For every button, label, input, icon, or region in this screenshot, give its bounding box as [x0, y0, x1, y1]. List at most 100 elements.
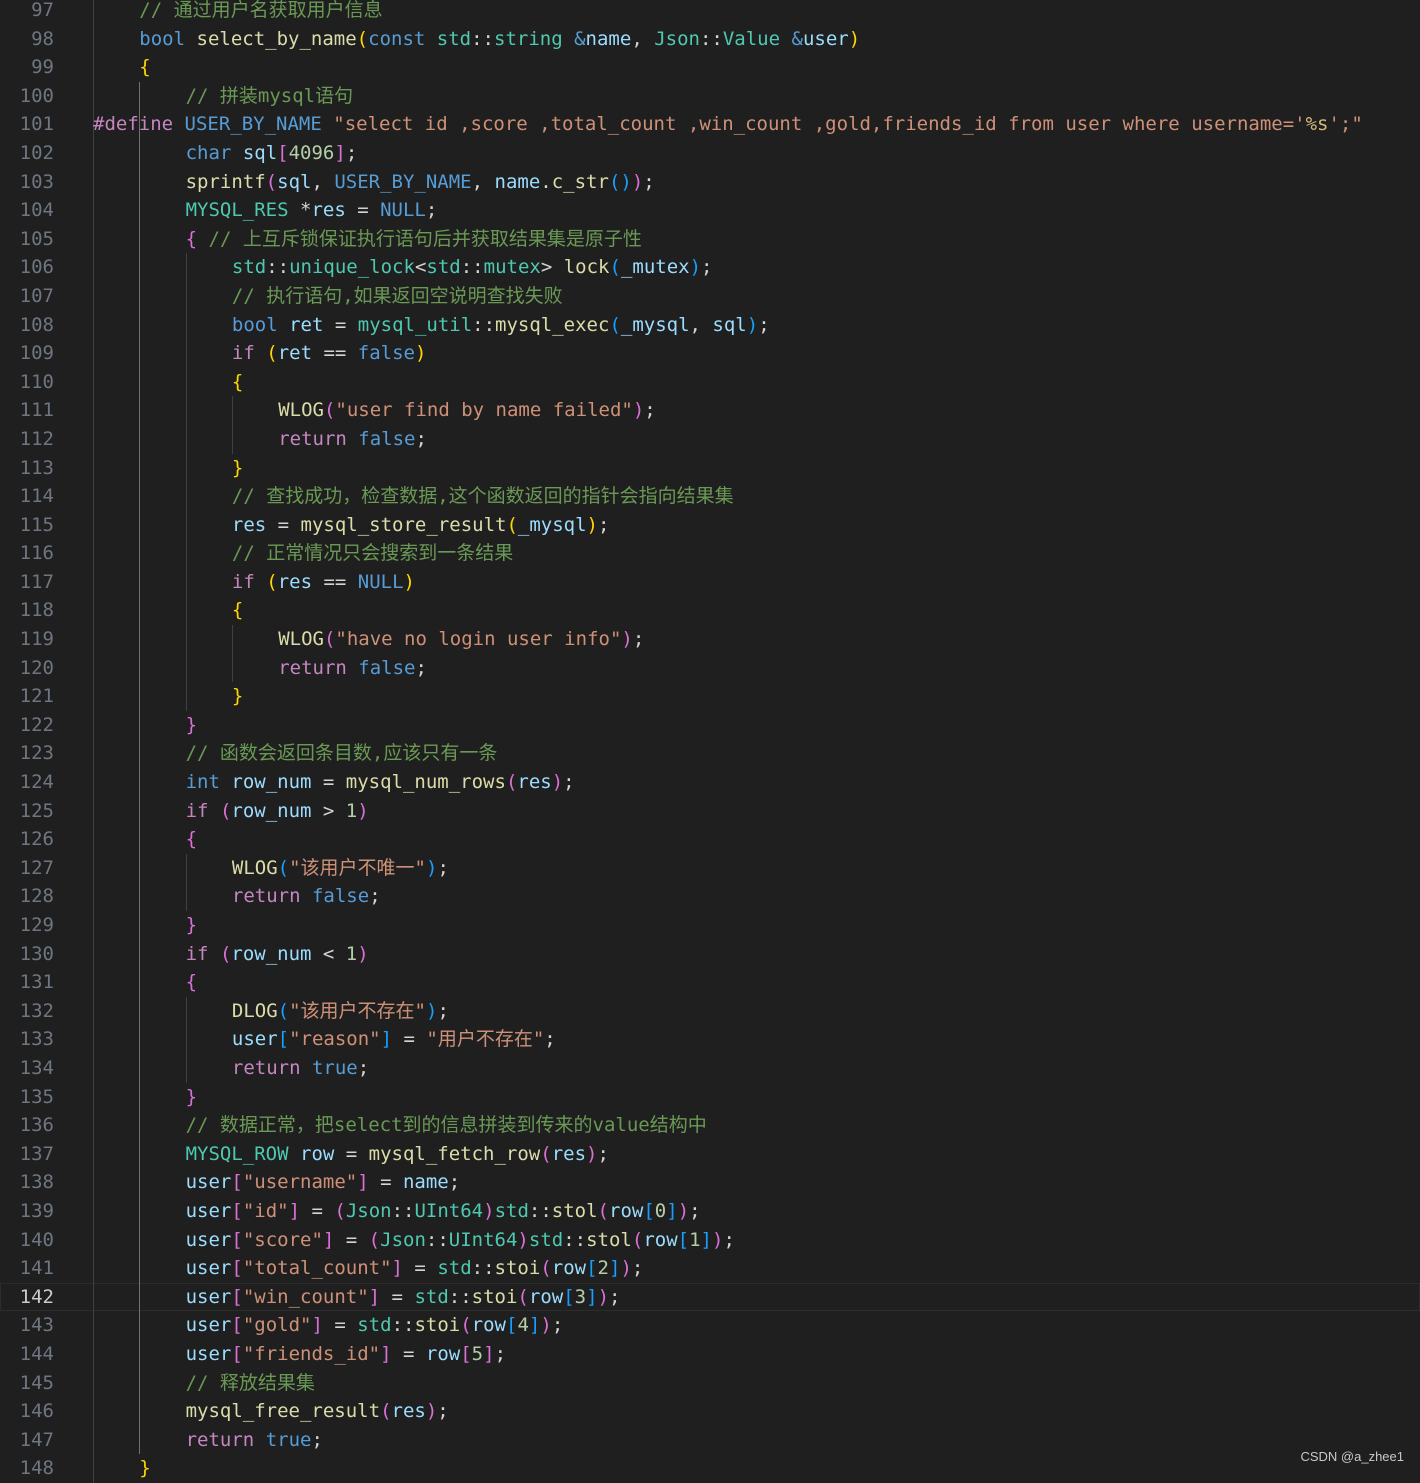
code-line[interactable]: 123 // 函数会返回条目数,应该只有一条 — [0, 739, 1420, 769]
code-line[interactable]: 107 // 执行语句,如果返回空说明查找失败 — [0, 281, 1420, 311]
code-token: _mutex — [620, 256, 690, 279]
code-token: true — [311, 1056, 358, 1079]
code-line[interactable]: 115 res = mysql_store_result(_mysql); — [0, 510, 1420, 540]
code-line[interactable]: 141 user["total_count"] = std::stoi(row[2… — [0, 1254, 1420, 1283]
code-line[interactable]: 106 std::unique_lock<std::mutex> lock(_mu… — [0, 253, 1420, 282]
code-line[interactable]: 104 MYSQL_RES *res = NULL; — [0, 196, 1420, 225]
line-number: 136 — [19, 1114, 54, 1137]
code-token: MYSQL_RES — [185, 199, 289, 222]
line-number: 128 — [19, 885, 54, 908]
line-number: 129 — [19, 914, 54, 936]
code-line[interactable]: 125 if (row_num > 1) — [0, 796, 1420, 826]
code-token: ] — [334, 141, 346, 164]
code-line[interactable]: 142 user["win_count"] = std::stoi(row[3])… — [0, 1282, 1420, 1312]
indent-guide — [93, 424, 94, 454]
code-editor[interactable]: 97// 通过用户名获取用户信息 98 bool select_by_name(co… — [0, 0, 1420, 1483]
code-token: . — [540, 170, 552, 193]
indent-guide — [185, 682, 187, 711]
code-token: mysql_exec — [495, 313, 610, 336]
code-line[interactable]: 114 // 查找成功，检查数据,这个函数返回的指针会指向结果集 — [0, 482, 1420, 511]
code-line[interactable]: 97 // 通过用户名获取用户信息 — [0, 0, 1420, 25]
code-line[interactable]: 100 // 拼装mysql语句 — [0, 81, 1420, 111]
code-line[interactable]: 128 return false; — [0, 882, 1420, 911]
code-line[interactable]: 143 user["gold"] = std::stoi(row[4]); — [0, 1311, 1420, 1340]
code-token: ; — [448, 1171, 461, 1194]
code-line[interactable]: 144 user["friends_id"] = row[5]; — [0, 1339, 1420, 1369]
code-line[interactable]: 105 { // 上互斥锁保证执行语句后并获取结果集是原子性 — [0, 224, 1420, 254]
code-line[interactable]: 98 bool select_by_name(const std::string … — [0, 24, 1420, 54]
code-line[interactable]: 145 // 释放结果集 — [0, 1368, 1420, 1398]
code-token: ; — [437, 1400, 449, 1423]
code-line[interactable]: 140 user["score"] = (Json::UInt64)std::st… — [0, 1225, 1420, 1255]
code-token: ( — [609, 256, 621, 279]
code-line[interactable]: 108 bool ret = mysql_util::mysql_exec(_my… — [0, 310, 1420, 340]
code-token: unique_lock — [289, 256, 415, 279]
code-line[interactable]: 138 user["username"] = name; — [0, 1168, 1420, 1197]
line-number: 124 — [19, 771, 54, 794]
code-line[interactable]: 148} — [0, 1454, 1420, 1483]
code-text: DLOG("该用户不存在"); — [232, 997, 449, 1026]
code-line[interactable]: 124 int row_num = mysql_num_rows(res); — [0, 768, 1420, 797]
code-line[interactable]: 126 { — [0, 825, 1420, 854]
code-line[interactable]: 110 { — [0, 367, 1420, 397]
code-line[interactable]: 101 #define USER_BY_NAME "select id ,scor… — [0, 110, 1420, 139]
indent-guide — [139, 224, 141, 254]
code-line[interactable]: 133 user["reason"] = "用户不存在"; — [0, 1025, 1420, 1054]
indent-guide — [93, 939, 94, 969]
code-token: [ — [677, 1228, 690, 1251]
code-text: user["win_count"] = std::stoi(row[3]); — [186, 1283, 621, 1312]
code-line[interactable]: 129} — [0, 911, 1420, 940]
code-token: ) — [483, 1199, 495, 1222]
code-line[interactable]: 121} — [0, 682, 1420, 711]
code-line[interactable]: 119 WLOG("have no login user info"); — [0, 625, 1420, 654]
code-line[interactable]: 147 return true; — [0, 1425, 1420, 1455]
code-line[interactable]: 132 DLOG("该用户不存在"); — [0, 996, 1420, 1026]
code-line[interactable]: 120 return false; — [0, 653, 1420, 683]
code-line[interactable]: 134 return true; — [0, 1053, 1420, 1083]
indent-guide — [93, 1139, 94, 1169]
code-token: // 释放结果集 — [185, 1371, 315, 1394]
indent-guide — [93, 796, 94, 826]
code-token: "win_count" — [242, 1285, 369, 1308]
code-line[interactable]: 116 // 正常情况只会搜索到一条结果 — [0, 539, 1420, 568]
line-number: 117 — [19, 570, 54, 593]
code-line[interactable]: 118 { — [0, 596, 1420, 626]
code-line[interactable]: 130 if (row_num < 1) — [0, 939, 1420, 969]
code-line[interactable]: 102 char sql[4096]; — [0, 138, 1420, 168]
code-line[interactable]: 146 mysql_free_result(res); — [0, 1397, 1420, 1426]
code-line[interactable]: 127 WLOG("该用户不唯一"); — [0, 853, 1420, 883]
code-line[interactable]: 135} — [0, 1082, 1420, 1112]
code-token: WLOG — [278, 399, 324, 422]
code-line[interactable]: 103 sprintf(sql, USER_BY_NAME, name.c_str… — [0, 167, 1420, 197]
code-line[interactable]: 131 { — [0, 968, 1420, 997]
indent-guide — [93, 0, 94, 25]
code-token: // 查找成功，检查数据,这个函数返回的指针会指向结果集 — [231, 485, 734, 508]
code-token: 5 — [471, 1342, 484, 1365]
line-number: 141 — [19, 1257, 54, 1280]
code-line[interactable]: 113} — [0, 453, 1420, 483]
code-text: if (row_num > 1) — [186, 797, 369, 826]
code-line[interactable]: 99 { — [0, 53, 1420, 82]
code-token: [ — [643, 1199, 655, 1222]
code-line[interactable]: 109 if (ret == false) — [0, 339, 1420, 368]
line-number: 140 — [19, 1228, 54, 1251]
code-line[interactable]: 112 return false; — [0, 424, 1420, 454]
line-number: 147 — [19, 1428, 54, 1451]
code-token: ) — [517, 1228, 529, 1251]
indent-guide — [185, 253, 187, 282]
code-token: ] — [322, 1228, 335, 1251]
code-line[interactable]: 139 user["id"] = (Json::UInt64)std::stol(… — [0, 1196, 1420, 1226]
code-text: // 通过用户名获取用户信息 — [139, 0, 382, 25]
code-token: :: — [472, 313, 496, 336]
code-line[interactable]: 137 MYSQL_ROW row = mysql_fetch_row(res); — [0, 1139, 1420, 1169]
code-token: [ — [506, 1314, 518, 1337]
code-text: // 函数会返回条目数,应该只有一条 — [186, 739, 498, 768]
code-line[interactable]: 136 // 数据正常，把select到的信息拼装到传来的value结构中 — [0, 1111, 1420, 1140]
code-line[interactable]: 111 WLOG("user find by name failed"); — [0, 396, 1420, 425]
code-line[interactable]: 117 if (res == NULL) — [0, 567, 1420, 597]
code-line[interactable]: 122} — [0, 710, 1420, 740]
line-number: 146 — [19, 1400, 54, 1423]
